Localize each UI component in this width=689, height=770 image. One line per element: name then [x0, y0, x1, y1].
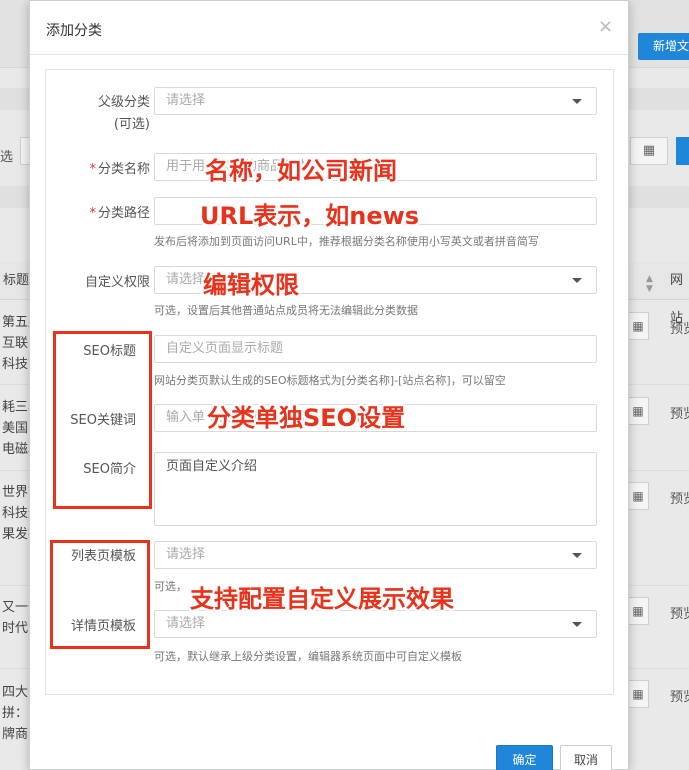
template-highlight-box [50, 540, 150, 649]
cancel-button[interactable]: 取消 [560, 745, 612, 770]
table-row[interactable]: 世界首科技最果发布 [0, 482, 30, 545]
table-row-actions: ▦ 预览 [628, 312, 689, 342]
annotation-name: 名称，如公司新闻 [205, 157, 397, 185]
seo-title-input[interactable]: 自定义页面显示标题 [154, 335, 597, 363]
permission-hint: 可选，设置后其他普通站点成员将无法编辑此分类数据 [154, 304, 418, 317]
table-row-actions: ▦ 预览 [628, 680, 689, 710]
annotation-permission: 编辑权限 [203, 271, 299, 299]
table-row[interactable]: 第五届互联网科技节 [0, 312, 30, 375]
parent-category-label: 父级分类 (可选) [97, 95, 150, 132]
calendar-icon[interactable]: ▦ [628, 397, 649, 425]
table-row-actions: ▦ 预览 [628, 482, 689, 512]
table-row[interactable]: 又一个时代 [0, 597, 30, 639]
calendar-icon[interactable]: ▦ [630, 137, 668, 165]
preview-link[interactable]: 预览 [670, 488, 689, 507]
annotation-seo: 分类单独SEO设置 [207, 404, 406, 432]
parent-category-select[interactable]: 请选择 [154, 87, 597, 115]
sort-icon[interactable]: ▲ ▼ [646, 262, 653, 294]
confirm-button[interactable]: 确定 [496, 745, 553, 770]
category-path-label: * 分类路径 [89, 206, 150, 221]
permission-label: 自定义权限 [84, 275, 150, 290]
seo-description-textarea[interactable]: 页面自定义介绍 [154, 452, 597, 526]
detail-template-select[interactable]: 请选择 [154, 610, 597, 638]
annotation-path: URL表示，如news [200, 202, 420, 230]
calendar-icon[interactable]: ▦ [628, 482, 649, 510]
list-template-select[interactable]: 请选择 [154, 541, 597, 569]
calendar-icon[interactable]: ▦ [628, 597, 649, 625]
detail-template-hint: 可选，默认继承上级分类设置，编辑器系统页面中可自定义模板 [154, 650, 462, 663]
table-row[interactable]: 耗三年美国N电磁驱 [0, 397, 30, 460]
dialog-header: 添加分类 × [30, 1, 628, 55]
dialog-footer: 确定 取消 [30, 701, 628, 770]
chevron-down-icon [572, 278, 582, 283]
calendar-icon[interactable]: ▦ [628, 680, 649, 708]
chevron-down-icon [572, 99, 582, 104]
preview-link[interactable]: 预览 [670, 603, 689, 622]
new-article-button[interactable]: 新增文 [638, 33, 689, 60]
preview-link[interactable]: 预览 [670, 686, 689, 705]
chevron-down-icon [572, 622, 582, 627]
table-row[interactable]: 四大 拼： 牌商 [0, 682, 30, 745]
close-icon[interactable]: × [598, 17, 613, 37]
seo-title-hint: 网站分类页默认生成的SEO标题格式为[分类名称]-[站点名称]，可以留空 [154, 374, 506, 387]
table-row-actions: ▦ 预览 [628, 597, 689, 627]
dialog-title: 添加分类 [46, 23, 102, 39]
table-header-site: ▲ ▼ 网站 [628, 262, 689, 326]
preview-link[interactable]: 预览 [670, 403, 689, 422]
category-path-hint: 发布后将添加到页面访问URL中，推荐根据分类名称使用小写英文或者拼音简写 [154, 235, 539, 248]
seo-highlight-box [53, 331, 152, 509]
annotation-template: 支持配置自定义展示效果 [190, 585, 454, 613]
category-name-label: * 分类名称 [89, 162, 150, 177]
calendar-icon[interactable]: ▦ [628, 312, 649, 340]
preview-link[interactable]: 预览 [670, 318, 689, 337]
search-button[interactable] [676, 137, 689, 165]
table-row-actions: ▦ 预览 [628, 397, 689, 427]
table-header-title: 标题 [0, 262, 32, 300]
filter-label: 选 [0, 150, 14, 165]
chevron-down-icon [572, 553, 582, 558]
